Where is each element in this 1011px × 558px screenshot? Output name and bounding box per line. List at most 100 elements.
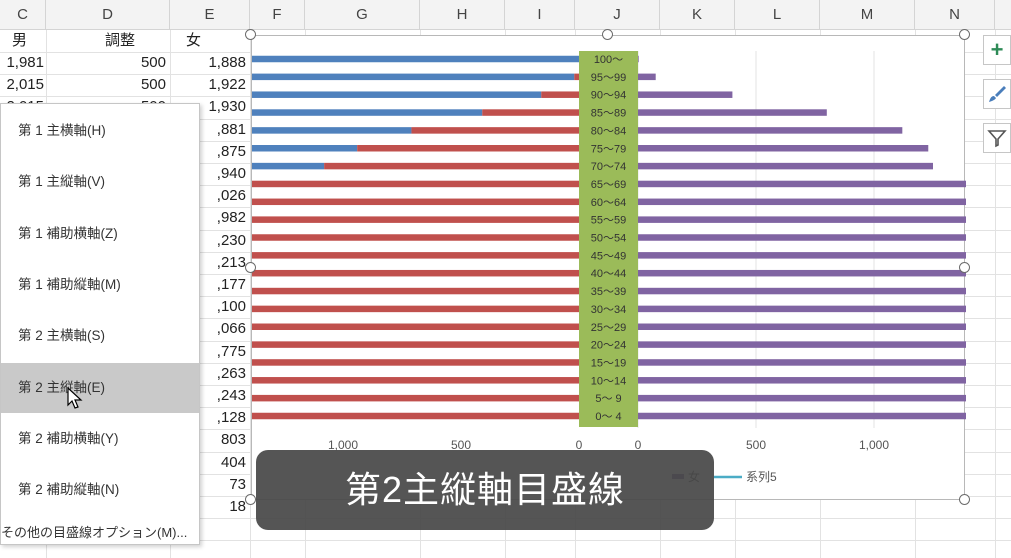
chart-resize-handle-ml[interactable] — [245, 262, 256, 273]
category-label: 75～79 — [591, 143, 626, 155]
cell[interactable]: 1,888 — [180, 52, 246, 74]
cell[interactable]: 女 — [186, 30, 246, 52]
male-bar — [541, 91, 579, 98]
female-bar — [638, 127, 903, 134]
female-bar — [638, 359, 1011, 366]
male-bar — [111, 287, 579, 295]
menu-item-2[interactable]: 第 1 主縦軸(V) — [1, 157, 199, 207]
chart-resize-handle-tc[interactable] — [602, 29, 613, 40]
male-bar — [357, 145, 579, 152]
female-bar — [638, 394, 1011, 402]
cell[interactable]: 男 — [12, 30, 42, 52]
male-bar — [123, 198, 579, 206]
more-gridline-options[interactable]: その他の目盛線オプション(M)... — [1, 522, 199, 544]
female-bar — [638, 305, 1011, 313]
category-label: 100～ — [594, 54, 623, 66]
adjustment-bar — [0, 145, 358, 152]
male-bar — [482, 109, 579, 116]
legend-label-series5: 系列5 — [746, 470, 777, 484]
chart-resize-handle-bl[interactable] — [245, 494, 256, 505]
female-bar — [638, 377, 1011, 384]
male-bar — [111, 412, 579, 420]
cell[interactable]: 500 — [100, 74, 166, 96]
female-bar — [638, 234, 1011, 241]
column-header-m[interactable]: M — [820, 0, 915, 30]
column-header-j[interactable]: J — [575, 0, 660, 30]
chart-resize-handle-tl[interactable] — [245, 29, 256, 40]
column-header-h[interactable]: H — [420, 0, 505, 30]
female-bar — [638, 162, 933, 170]
female-bar — [638, 323, 1011, 330]
category-label: 35～39 — [591, 286, 626, 298]
male-bar — [104, 394, 579, 402]
column-header-k[interactable]: K — [660, 0, 735, 30]
cell[interactable]: 500 — [100, 52, 166, 74]
menu-item-7[interactable]: 第 2 補助横軸(Y) — [1, 414, 199, 464]
column-header-d[interactable]: D — [46, 0, 170, 30]
x-tick-label: 500 — [746, 438, 766, 452]
male-bar — [411, 127, 579, 134]
female-bar — [638, 341, 1011, 348]
adjustment-bar — [0, 162, 325, 170]
column-header-g[interactable]: G — [305, 0, 420, 30]
filter-icon — [987, 130, 1007, 148]
cell[interactable]: 調整 — [105, 30, 165, 52]
menu-item-8[interactable]: 第 2 補助縦軸(N) — [1, 465, 199, 515]
menu-item-4[interactable]: 第 1 補助縦軸(M) — [1, 260, 199, 310]
mouse-cursor-icon — [67, 387, 83, 409]
female-bar — [638, 252, 1011, 259]
menu-item-6[interactable]: 第 2 主縦軸(E) — [1, 362, 199, 413]
adjustment-bar — [0, 127, 412, 134]
female-bar — [638, 216, 1011, 223]
column-gridline — [995, 30, 996, 558]
cell[interactable]: 2,015 — [0, 74, 44, 96]
column-header-i[interactable]: I — [505, 0, 575, 30]
column-header-n[interactable]: N — [915, 0, 995, 30]
category-label: 0～ 4 — [595, 411, 621, 423]
category-label: 65～69 — [591, 179, 626, 191]
tutorial-caption: 第2主縦軸目盛線 — [256, 450, 714, 530]
chart-resize-handle-tr[interactable] — [959, 29, 970, 40]
category-label: 5～ 9 — [595, 393, 621, 405]
female-bar — [638, 91, 733, 98]
menu-item-5[interactable]: 第 2 主横軸(S) — [1, 311, 199, 361]
column-header-l[interactable]: L — [735, 0, 820, 30]
cell[interactable]: 1,922 — [180, 74, 246, 96]
category-label: 55～59 — [591, 215, 626, 227]
column-header-e[interactable]: E — [170, 0, 250, 30]
male-bar — [128, 323, 579, 330]
chart-filters-button[interactable] — [983, 123, 1011, 153]
chart-area[interactable]: 100～ 95～99 90～94 85～89 80～84 75～79 70～74 65～69 6… — [0, 35, 1011, 501]
female-bar — [638, 412, 1011, 420]
menu-item-3[interactable]: 第 1 補助横軸(Z) — [1, 209, 199, 259]
chart-resize-handle-br[interactable] — [959, 494, 970, 505]
category-label: 50～54 — [591, 233, 626, 245]
adjustment-bar — [0, 109, 483, 116]
female-bar — [638, 55, 639, 63]
cell[interactable]: 1,981 — [0, 52, 44, 74]
category-label: 10～14 — [591, 375, 626, 387]
male-bar — [109, 359, 580, 366]
chart-elements-button[interactable]: + — [983, 35, 1011, 65]
brush-icon — [989, 86, 1006, 102]
male-bar — [196, 180, 579, 188]
male-bar — [88, 234, 579, 241]
female-bar — [638, 198, 1011, 206]
adjustment-bar — [0, 91, 542, 98]
female-bar — [638, 180, 1011, 188]
female-bar — [638, 145, 929, 152]
male-bar — [116, 305, 579, 313]
column-header-c[interactable]: C — [0, 0, 46, 30]
population-pyramid-chart[interactable]: 100～ 95～99 90～94 85～89 80～84 75～79 70～74 65～69 6… — [0, 36, 1011, 501]
male-bar — [324, 162, 579, 170]
chart-resize-handle-mr[interactable] — [959, 262, 970, 273]
menu-item-1[interactable]: 第 1 主横軸(H) — [1, 106, 199, 156]
category-label: 85～89 — [591, 108, 626, 120]
category-label: 90～94 — [591, 90, 626, 102]
column-header-f[interactable]: F — [250, 0, 305, 30]
male-bar — [116, 216, 579, 223]
chart-styles-button[interactable] — [983, 79, 1011, 109]
male-bar — [73, 252, 579, 259]
category-label: 25～29 — [591, 322, 626, 334]
female-bar — [638, 269, 1011, 277]
